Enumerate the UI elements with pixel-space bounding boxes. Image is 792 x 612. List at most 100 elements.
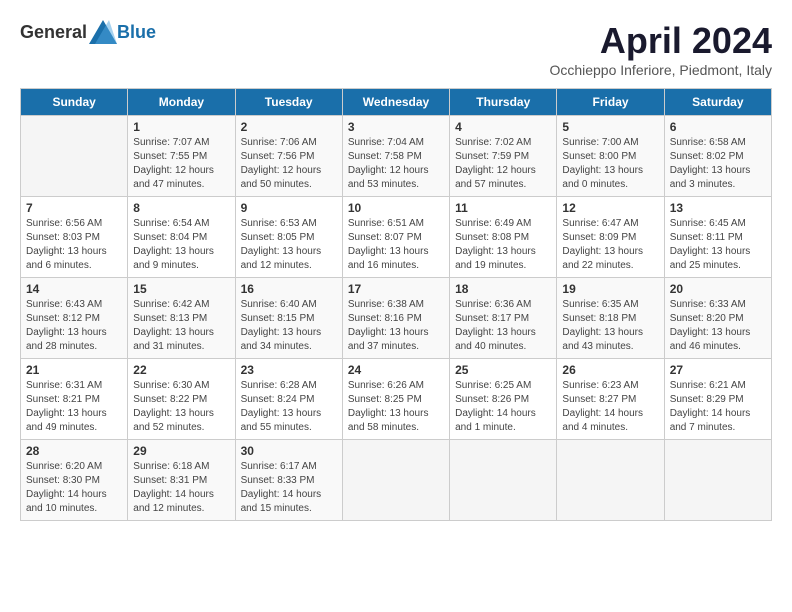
logo-general-text: General <box>20 22 87 43</box>
cell-sun-info: Sunrise: 6:58 AMSunset: 8:02 PMDaylight:… <box>670 136 766 192</box>
calendar-cell: 28Sunrise: 6:20 AMSunset: 8:30 PMDayligh… <box>21 440 128 521</box>
calendar-cell: 3 Sunrise: 7:04 AMSunset: 7:58 PMDaylight… <box>342 116 449 197</box>
calendar-cell: 15 Sunrise: 6:42 AMSunset: 8:13 PMDayligh… <box>128 278 235 359</box>
cell-sun-info: Sunrise: 6:38 AMSunset: 8:16 PMDaylight:… <box>348 298 444 354</box>
calendar-cell: 11 Sunrise: 6:49 AMSunset: 8:08 PMDayligh… <box>450 197 557 278</box>
day-number: 27 <box>670 363 766 377</box>
day-number: 19 <box>562 282 658 296</box>
calendar-cell: 21Sunrise: 6:31 AMSunset: 8:21 PMDayligh… <box>21 359 128 440</box>
cell-sun-info: Sunrise: 6:36 AMSunset: 8:17 PMDaylight:… <box>455 298 551 354</box>
calendar-cell: 8 Sunrise: 6:54 AMSunset: 8:04 PMDaylight… <box>128 197 235 278</box>
day-number: 20 <box>670 282 766 296</box>
calendar-cell: 14 Sunrise: 6:43 AMSunset: 8:12 PMDayligh… <box>21 278 128 359</box>
page-header: General Blue April 2024 Occhieppo Inferi… <box>20 20 772 78</box>
day-of-week-header: Thursday <box>450 89 557 116</box>
day-number: 21 <box>26 363 122 377</box>
calendar-cell <box>21 116 128 197</box>
cell-sun-info: Sunrise: 6:43 AMSunset: 8:12 PMDaylight:… <box>26 298 122 354</box>
day-number: 22 <box>133 363 229 377</box>
cell-sun-info: Sunrise: 6:28 AMSunset: 8:24 PMDaylight:… <box>241 379 337 435</box>
calendar-cell: 24 Sunrise: 6:26 AMSunset: 8:25 PMDayligh… <box>342 359 449 440</box>
calendar-cell: 29 Sunrise: 6:18 AMSunset: 8:31 PMDayligh… <box>128 440 235 521</box>
day-number: 4 <box>455 120 551 134</box>
day-of-week-header: Tuesday <box>235 89 342 116</box>
cell-sun-info: Sunrise: 7:02 AMSunset: 7:59 PMDaylight:… <box>455 136 551 192</box>
cell-sun-info: Sunrise: 6:49 AMSunset: 8:08 PMDaylight:… <box>455 217 551 273</box>
calendar-cell: 12 Sunrise: 6:47 AMSunset: 8:09 PMDayligh… <box>557 197 664 278</box>
cell-sun-info: Sunrise: 6:35 AMSunset: 8:18 PMDaylight:… <box>562 298 658 354</box>
day-number: 5 <box>562 120 658 134</box>
cell-sun-info: Sunrise: 6:18 AMSunset: 8:31 PMDaylight:… <box>133 460 229 516</box>
month-title: April 2024 <box>549 20 772 62</box>
calendar-cell: 6 Sunrise: 6:58 AMSunset: 8:02 PMDaylight… <box>664 116 771 197</box>
calendar-cell <box>450 440 557 521</box>
calendar-cell: 7 Sunrise: 6:56 AMSunset: 8:03 PMDaylight… <box>21 197 128 278</box>
cell-sun-info: Sunrise: 6:53 AMSunset: 8:05 PMDaylight:… <box>241 217 337 273</box>
day-number: 1 <box>133 120 229 134</box>
calendar-week-row: 28Sunrise: 6:20 AMSunset: 8:30 PMDayligh… <box>21 440 772 521</box>
calendar-week-row: 21Sunrise: 6:31 AMSunset: 8:21 PMDayligh… <box>21 359 772 440</box>
day-number: 7 <box>26 201 122 215</box>
logo-icon <box>89 20 117 44</box>
calendar-cell: 5 Sunrise: 7:00 AMSunset: 8:00 PMDaylight… <box>557 116 664 197</box>
day-number: 12 <box>562 201 658 215</box>
cell-sun-info: Sunrise: 6:20 AMSunset: 8:30 PMDaylight:… <box>26 460 122 516</box>
day-number: 15 <box>133 282 229 296</box>
day-number: 14 <box>26 282 122 296</box>
calendar-cell <box>557 440 664 521</box>
day-number: 18 <box>455 282 551 296</box>
calendar-cell: 22 Sunrise: 6:30 AMSunset: 8:22 PMDayligh… <box>128 359 235 440</box>
cell-sun-info: Sunrise: 6:47 AMSunset: 8:09 PMDaylight:… <box>562 217 658 273</box>
day-of-week-header: Monday <box>128 89 235 116</box>
cell-sun-info: Sunrise: 7:04 AMSunset: 7:58 PMDaylight:… <box>348 136 444 192</box>
day-number: 9 <box>241 201 337 215</box>
cell-sun-info: Sunrise: 6:25 AMSunset: 8:26 PMDaylight:… <box>455 379 551 435</box>
cell-sun-info: Sunrise: 6:42 AMSunset: 8:13 PMDaylight:… <box>133 298 229 354</box>
logo: General Blue <box>20 20 156 44</box>
day-number: 3 <box>348 120 444 134</box>
calendar-cell: 9 Sunrise: 6:53 AMSunset: 8:05 PMDaylight… <box>235 197 342 278</box>
day-number: 24 <box>348 363 444 377</box>
calendar-cell: 17 Sunrise: 6:38 AMSunset: 8:16 PMDayligh… <box>342 278 449 359</box>
day-number: 8 <box>133 201 229 215</box>
day-number: 11 <box>455 201 551 215</box>
calendar-cell: 16Sunrise: 6:40 AMSunset: 8:15 PMDayligh… <box>235 278 342 359</box>
calendar-cell: 25Sunrise: 6:25 AMSunset: 8:26 PMDayligh… <box>450 359 557 440</box>
title-area: April 2024 Occhieppo Inferiore, Piedmont… <box>549 20 772 78</box>
day-number: 6 <box>670 120 766 134</box>
calendar-week-row: 7 Sunrise: 6:56 AMSunset: 8:03 PMDaylight… <box>21 197 772 278</box>
cell-sun-info: Sunrise: 7:00 AMSunset: 8:00 PMDaylight:… <box>562 136 658 192</box>
calendar-cell: 19 Sunrise: 6:35 AMSunset: 8:18 PMDayligh… <box>557 278 664 359</box>
cell-sun-info: Sunrise: 6:56 AMSunset: 8:03 PMDaylight:… <box>26 217 122 273</box>
calendar-cell: 23 Sunrise: 6:28 AMSunset: 8:24 PMDayligh… <box>235 359 342 440</box>
day-of-week-header: Sunday <box>21 89 128 116</box>
calendar-header-row: SundayMondayTuesdayWednesdayThursdayFrid… <box>21 89 772 116</box>
cell-sun-info: Sunrise: 7:07 AMSunset: 7:55 PMDaylight:… <box>133 136 229 192</box>
cell-sun-info: Sunrise: 7:06 AMSunset: 7:56 PMDaylight:… <box>241 136 337 192</box>
calendar-cell <box>342 440 449 521</box>
logo-blue-text: Blue <box>117 22 156 43</box>
cell-sun-info: Sunrise: 6:17 AMSunset: 8:33 PMDaylight:… <box>241 460 337 516</box>
calendar-cell: 20Sunrise: 6:33 AMSunset: 8:20 PMDayligh… <box>664 278 771 359</box>
calendar-table: SundayMondayTuesdayWednesdayThursdayFrid… <box>20 88 772 521</box>
calendar-week-row: 1 Sunrise: 7:07 AMSunset: 7:55 PMDaylight… <box>21 116 772 197</box>
calendar-cell: 27 Sunrise: 6:21 AMSunset: 8:29 PMDayligh… <box>664 359 771 440</box>
calendar-cell: 18 Sunrise: 6:36 AMSunset: 8:17 PMDayligh… <box>450 278 557 359</box>
day-number: 23 <box>241 363 337 377</box>
day-number: 29 <box>133 444 229 458</box>
calendar-cell: 1 Sunrise: 7:07 AMSunset: 7:55 PMDaylight… <box>128 116 235 197</box>
calendar-cell: 4 Sunrise: 7:02 AMSunset: 7:59 PMDaylight… <box>450 116 557 197</box>
cell-sun-info: Sunrise: 6:23 AMSunset: 8:27 PMDaylight:… <box>562 379 658 435</box>
day-number: 17 <box>348 282 444 296</box>
location-subtitle: Occhieppo Inferiore, Piedmont, Italy <box>549 62 772 78</box>
day-number: 10 <box>348 201 444 215</box>
day-of-week-header: Saturday <box>664 89 771 116</box>
day-of-week-header: Wednesday <box>342 89 449 116</box>
cell-sun-info: Sunrise: 6:26 AMSunset: 8:25 PMDaylight:… <box>348 379 444 435</box>
cell-sun-info: Sunrise: 6:45 AMSunset: 8:11 PMDaylight:… <box>670 217 766 273</box>
cell-sun-info: Sunrise: 6:54 AMSunset: 8:04 PMDaylight:… <box>133 217 229 273</box>
cell-sun-info: Sunrise: 6:40 AMSunset: 8:15 PMDaylight:… <box>241 298 337 354</box>
day-number: 13 <box>670 201 766 215</box>
cell-sun-info: Sunrise: 6:21 AMSunset: 8:29 PMDaylight:… <box>670 379 766 435</box>
cell-sun-info: Sunrise: 6:30 AMSunset: 8:22 PMDaylight:… <box>133 379 229 435</box>
